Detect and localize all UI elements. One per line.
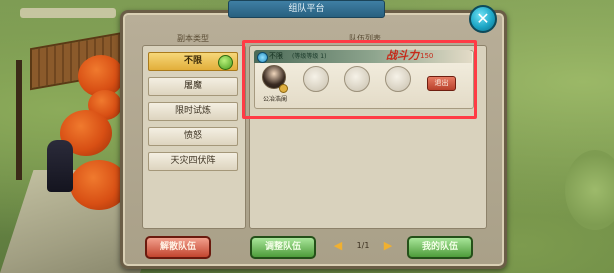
empty-member-slot[interactable] xyxy=(344,66,370,92)
category-timed-trial[interactable]: 限时试炼 xyxy=(148,102,238,121)
team-mode-icon xyxy=(257,52,268,63)
leader-name: 公冶浩阑 xyxy=(262,96,287,103)
team-card-header xyxy=(254,50,472,63)
category-label: 限时试炼 xyxy=(174,106,211,116)
combat-power-label: 战斗力 xyxy=(386,49,419,62)
category-label: 天灾四伏阵 xyxy=(170,156,216,166)
category-any[interactable]: 不限 xyxy=(148,52,238,71)
combat-power-value: 150 xyxy=(420,52,434,60)
prev-page-icon[interactable]: ◀ xyxy=(333,239,343,253)
adjust-team-button[interactable]: 调整队伍 xyxy=(250,236,316,259)
level-requirement: (等级等级 1) xyxy=(292,53,327,60)
empty-member-slot[interactable] xyxy=(303,66,329,92)
close-button[interactable]: ✕ xyxy=(469,5,497,33)
dialog-title: 组队平台 xyxy=(228,0,385,18)
selected-check-icon xyxy=(218,55,233,70)
category-demon-slaying[interactable]: 屠魔 xyxy=(148,77,238,96)
dissolve-team-button[interactable]: 解散队伍 xyxy=(145,236,211,259)
next-page-icon[interactable]: ▶ xyxy=(383,239,393,253)
category-label: 愤怒 xyxy=(183,131,202,141)
dungeon-type-list: 不限 屠魔 限时试炼 愤怒 天灾四伏阵 xyxy=(148,52,238,177)
scroll-banner xyxy=(20,8,116,18)
empty-member-slot[interactable] xyxy=(385,66,411,92)
team-mode: 不限 xyxy=(269,52,283,60)
leader-crown-icon xyxy=(279,84,288,93)
category-fury[interactable]: 愤怒 xyxy=(148,127,238,146)
close-icon: ✕ xyxy=(476,9,490,28)
pager: ◀ 1/1 ▶ xyxy=(333,239,393,253)
dungeon-type-header: 副本类型 xyxy=(177,34,209,43)
page-indicator: 1/1 xyxy=(356,241,370,250)
my-team-button[interactable]: 我的队伍 xyxy=(407,236,473,259)
wooden-pole xyxy=(16,60,22,180)
leave-team-button[interactable]: 退出 xyxy=(427,76,456,91)
category-calamity-formation[interactable]: 天灾四伏阵 xyxy=(148,152,238,171)
category-label: 屠魔 xyxy=(183,81,202,91)
team-list-header: 队伍列表 xyxy=(349,34,381,43)
npc-figure xyxy=(47,140,73,192)
category-label: 不限 xyxy=(183,56,202,66)
